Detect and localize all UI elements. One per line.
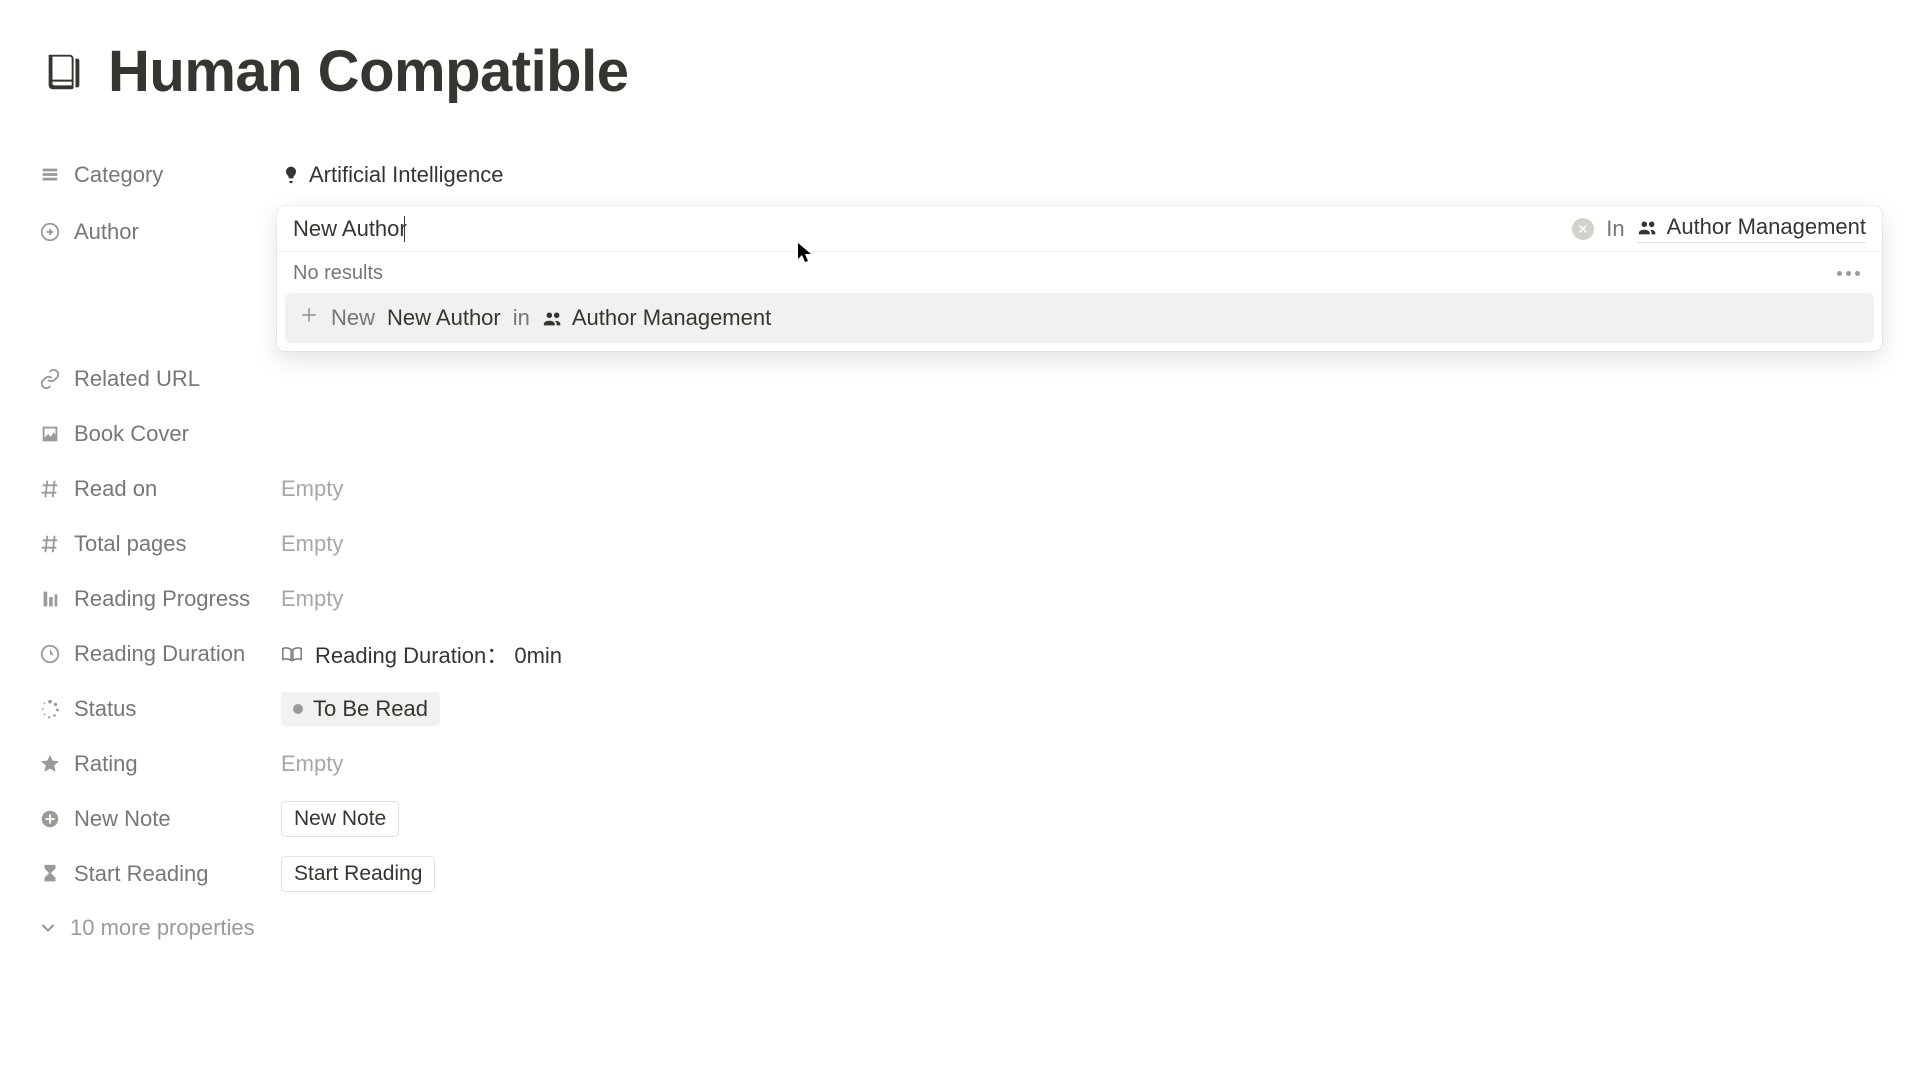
people-icon	[1637, 218, 1659, 236]
relation-search-input[interactable]: New Author	[293, 216, 407, 242]
property-label-status[interactable]: Status	[38, 696, 281, 722]
chevron-down-icon	[38, 918, 58, 938]
property-label-reading-duration[interactable]: Reading Duration	[38, 641, 281, 667]
property-label-author[interactable]: Author	[38, 206, 281, 258]
people-icon	[542, 309, 564, 327]
property-value-reading-duration[interactable]: Reading Duration： 0min	[281, 638, 1882, 670]
relation-in-label: In	[1606, 216, 1624, 242]
plus-circle-icon	[38, 807, 62, 831]
close-icon	[1577, 223, 1589, 235]
image-icon	[38, 422, 62, 446]
property-label-book-cover[interactable]: Book Cover	[38, 421, 281, 447]
property-value-category[interactable]: Artificial Intelligence	[281, 162, 1882, 188]
relation-target-db[interactable]: Author Management	[1637, 214, 1866, 243]
create-new-relation-item[interactable]: New New Author in Author Management	[285, 293, 1874, 343]
property-value-total-pages[interactable]: Empty	[281, 531, 1882, 557]
more-options-button[interactable]	[1831, 265, 1866, 282]
relation-icon	[38, 220, 62, 244]
formula-icon	[38, 587, 62, 611]
property-label-rating[interactable]: Rating	[38, 751, 281, 777]
property-label-related-url[interactable]: Related URL	[38, 366, 281, 392]
property-label-new-note[interactable]: New Note	[38, 806, 281, 832]
clear-input-button[interactable]	[1572, 218, 1594, 240]
status-dot-icon	[293, 704, 303, 714]
property-label-category[interactable]: Category	[38, 162, 281, 188]
clock-icon	[38, 642, 62, 666]
hourglass-icon	[38, 862, 62, 886]
property-label-total-pages[interactable]: Total pages	[38, 531, 281, 557]
new-note-button[interactable]: New Note	[281, 801, 399, 837]
property-label-read-on[interactable]: Read on	[38, 476, 281, 502]
plus-icon	[299, 305, 319, 331]
property-value-status[interactable]: To Be Read	[281, 692, 1882, 726]
open-book-icon	[281, 645, 303, 663]
start-reading-button[interactable]: Start Reading	[281, 856, 435, 892]
property-label-start-reading[interactable]: Start Reading	[38, 861, 281, 887]
author-relation-popover: New Author In Author Management No resul…	[277, 206, 1882, 351]
star-icon	[38, 752, 62, 776]
lightbulb-icon	[281, 165, 301, 185]
number-icon	[38, 532, 62, 556]
property-value-reading-progress[interactable]: Empty	[281, 586, 1882, 612]
status-icon	[38, 697, 62, 721]
number-icon	[38, 477, 62, 501]
property-value-new-note: New Note	[281, 801, 1882, 837]
property-value-read-on[interactable]: Empty	[281, 476, 1882, 502]
page-icon[interactable]	[38, 46, 90, 98]
no-results-label: No results	[293, 262, 383, 285]
text-caret	[404, 216, 406, 242]
property-label-reading-progress[interactable]: Reading Progress	[38, 586, 281, 612]
select-icon	[38, 163, 62, 187]
link-icon	[38, 367, 62, 391]
property-value-rating[interactable]: Empty	[281, 751, 1882, 777]
more-properties-toggle[interactable]: 10 more properties	[38, 915, 1882, 941]
page-title[interactable]: Human Compatible	[108, 38, 629, 105]
properties-panel: Category Artificial Intelligence Author …	[38, 147, 1882, 941]
property-value-start-reading: Start Reading	[281, 856, 1882, 892]
